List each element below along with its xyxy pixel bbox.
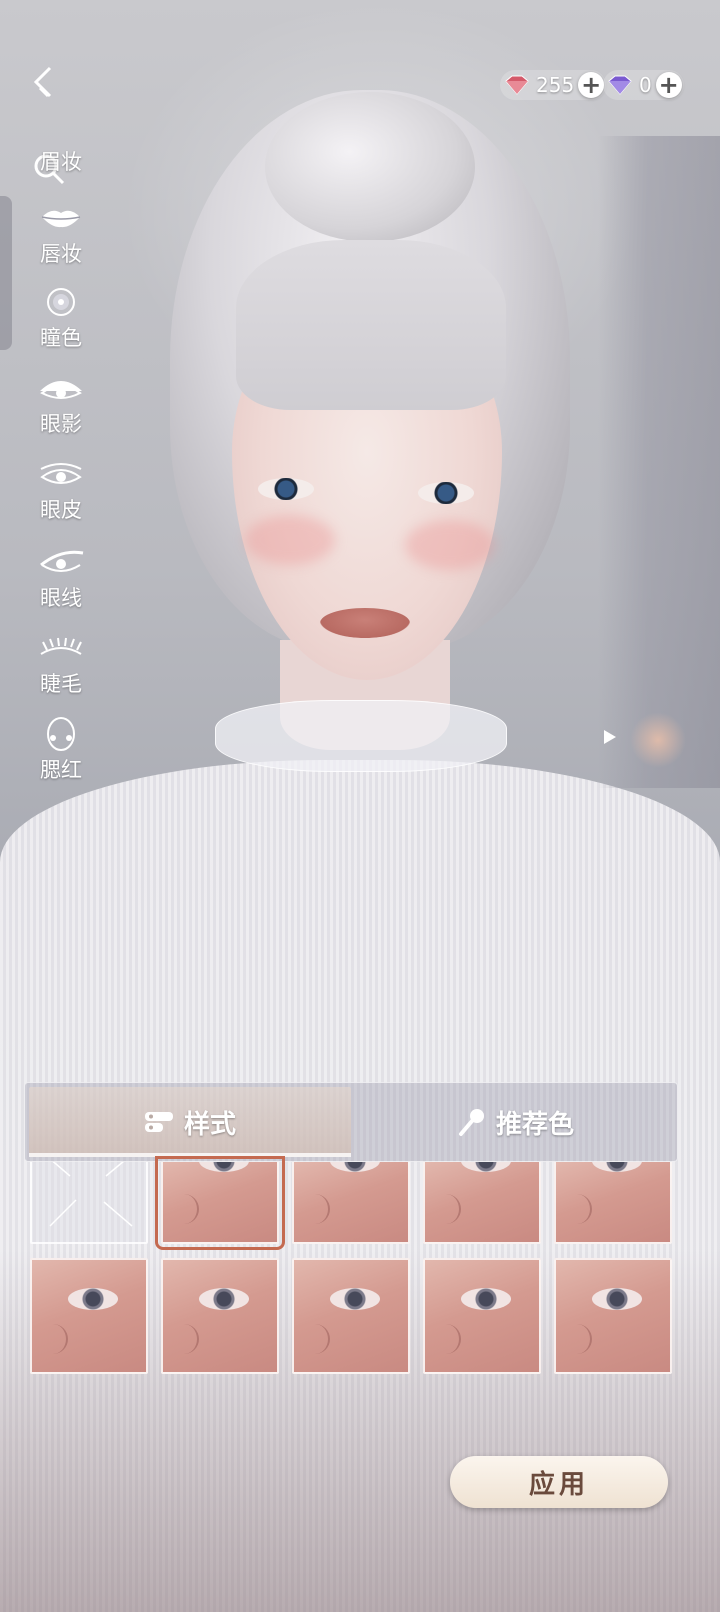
- apply-button[interactable]: 应用: [450, 1456, 668, 1508]
- blush-icon: [24, 716, 98, 752]
- makeup-category-menu: [598, 136, 720, 788]
- thumbnail-nose: [38, 1324, 68, 1354]
- thumbnail-nose: [562, 1194, 592, 1224]
- red-gem-amount: 255: [536, 73, 575, 97]
- category-label: 唇妆: [40, 242, 82, 266]
- category-label: 眼影: [40, 412, 82, 436]
- character-lips: [320, 608, 410, 638]
- category-eyelash[interactable]: 睫毛: [24, 630, 98, 698]
- thumbnail-eye: [592, 1162, 642, 1172]
- category-eyeliner[interactable]: 眼线: [24, 544, 98, 612]
- thumbnail-eye: [461, 1288, 511, 1310]
- active-category-glow: [630, 712, 686, 768]
- thumbnail-eye: [199, 1288, 249, 1310]
- character-eye-left: [258, 478, 314, 500]
- style-option[interactable]: [161, 1258, 279, 1374]
- thumbnail-eye: [330, 1288, 380, 1310]
- category-eyeshadow[interactable]: 眼影: [24, 370, 98, 438]
- add-red-gem-button[interactable]: +: [578, 72, 605, 98]
- eyelash-icon: [24, 630, 98, 666]
- active-category-indicator: [604, 730, 616, 744]
- brush-icon: [458, 1109, 484, 1136]
- style-option[interactable]: [554, 1162, 672, 1244]
- category-label: 腮红: [40, 758, 82, 782]
- thumbnail-nose: [300, 1194, 330, 1224]
- add-purple-gem-button[interactable]: +: [655, 72, 682, 98]
- no-style-icon: [49, 1162, 133, 1227]
- left-drawer-handle[interactable]: [0, 196, 12, 350]
- category-eyelid[interactable]: 眼皮: [24, 456, 98, 524]
- category-pupil[interactable]: 瞳色: [24, 284, 98, 352]
- thumbnail-nose: [169, 1194, 199, 1224]
- style-option[interactable]: [423, 1162, 541, 1244]
- style-option[interactable]: [292, 1258, 410, 1374]
- thumbnail-nose: [300, 1324, 330, 1354]
- character-collar: [215, 700, 507, 772]
- tab-recommended-color[interactable]: 推荐色: [355, 1083, 677, 1161]
- thumbnail-nose: [431, 1194, 461, 1224]
- tab-recommended-color-label: 推荐色: [495, 1109, 574, 1140]
- category-label: 眼皮: [40, 498, 82, 522]
- category-label: 眉妆: [40, 150, 82, 174]
- style-icon: [144, 1112, 173, 1132]
- thumbnail-eye: [330, 1162, 380, 1172]
- back-arrow-icon: [33, 66, 52, 98]
- category-label: 眼线: [40, 586, 82, 610]
- category-eyebrow[interactable]: 眉妆: [24, 146, 98, 176]
- eyelid-icon: [24, 456, 98, 492]
- pupil-icon: [24, 284, 98, 320]
- currency-purple-gem: 0 +: [603, 70, 684, 100]
- eyeshadow-icon: [24, 370, 98, 406]
- purple-gem-amount: 0: [639, 73, 652, 97]
- tab-style[interactable]: 样式: [29, 1087, 351, 1157]
- style-option[interactable]: [30, 1258, 148, 1374]
- style-option[interactable]: [292, 1162, 410, 1244]
- thumbnail-nose: [431, 1324, 461, 1354]
- character-blush-left: [245, 515, 335, 565]
- purple-gem-icon: [608, 75, 632, 95]
- option-tabs: 样式 推荐色: [24, 1082, 678, 1162]
- thumbnail-nose: [562, 1324, 592, 1354]
- thumbnail-nose: [169, 1324, 199, 1354]
- character-fringe: [236, 240, 506, 410]
- style-option[interactable]: [554, 1258, 672, 1374]
- lips-icon: [24, 200, 98, 236]
- character-hair-bun: [265, 92, 475, 242]
- thumbnail-eye: [461, 1162, 511, 1172]
- red-gem-icon: [505, 75, 529, 95]
- style-option-none[interactable]: [30, 1162, 148, 1244]
- character-blush-right: [405, 520, 495, 570]
- tab-style-label: 样式: [183, 1109, 236, 1140]
- category-blush[interactable]: 腮红: [24, 716, 98, 784]
- thumbnail-eye: [68, 1288, 118, 1310]
- category-label: 睫毛: [40, 672, 82, 696]
- category-label: 瞳色: [40, 326, 82, 350]
- category-lips[interactable]: 唇妆: [24, 200, 98, 268]
- currency-red-gem: 255 +: [500, 70, 607, 100]
- thumbnail-eye: [199, 1162, 249, 1172]
- style-option[interactable]: [155, 1156, 285, 1250]
- thumbnail-eye: [592, 1288, 642, 1310]
- style-option[interactable]: [423, 1258, 541, 1374]
- eyeliner-icon: [24, 544, 98, 580]
- character-eye-right: [418, 482, 474, 504]
- back-button[interactable]: [26, 62, 66, 102]
